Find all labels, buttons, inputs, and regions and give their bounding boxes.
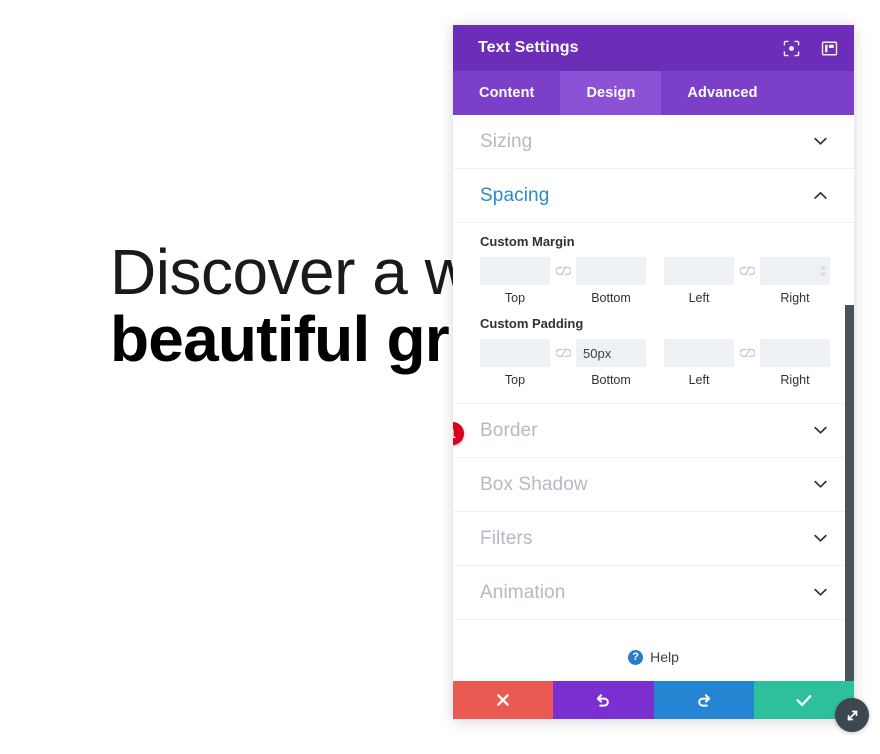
link-broken-icon[interactable] [550,257,576,285]
padding-top-input[interactable] [480,339,550,367]
padding-bottom-input[interactable] [576,339,646,367]
modal-scrollbar[interactable] [845,305,854,681]
resize-handle[interactable] [835,698,869,732]
section-spacing[interactable]: Spacing [453,169,854,223]
section-box-shadow[interactable]: Box Shadow [453,458,854,512]
padding-top-label: Top [504,373,526,387]
modal-action-bar [453,681,854,719]
modal-header-icons [782,39,838,57]
padding-left-label: Left [688,373,710,387]
section-box-shadow-label: Box Shadow [480,473,588,495]
margin-left-wrap: Left [664,257,734,305]
margin-bottom-label: Bottom [591,291,631,305]
section-border-label: Border [480,419,538,441]
close-x-icon [496,693,510,707]
chevron-down-icon [813,135,827,149]
chevron-down-icon [813,478,827,492]
checkmark-icon [796,694,812,707]
custom-padding-label: Custom Padding [480,316,584,331]
padding-right-input[interactable] [760,339,830,367]
padding-right-label: Right [780,373,810,387]
margin-bottom-input[interactable] [576,257,646,285]
section-filters-label: Filters [480,527,533,549]
margin-top-label: Top [504,291,526,305]
focus-target-icon[interactable] [782,39,800,57]
padding-bottom-label: Bottom [591,373,631,387]
padding-horizontal-group: Left Right [664,339,830,387]
margin-horizontal-group: Left Right [664,257,830,305]
layout-panel-icon[interactable] [820,39,838,57]
custom-margin-controls: Top Bottom Left Right [480,257,830,305]
question-mark-icon: ? [628,649,644,665]
padding-right-wrap: Right [760,339,830,387]
link-broken-icon[interactable] [734,257,760,285]
modal-body: Sizing Spacing Custom Margin Top Bottom … [453,115,854,681]
margin-right-label: Right [780,291,810,305]
help-label: Help [650,649,679,665]
section-spacing-label: Spacing [480,184,550,206]
margin-right-wrap: Right [760,257,830,305]
custom-margin-label: Custom Margin [480,234,575,249]
margin-left-label: Left [688,291,710,305]
section-filters[interactable]: Filters [453,512,854,566]
help-link[interactable]: ? Help [453,620,854,681]
text-settings-modal: Text Settings Content Design Advanced Si… [453,25,854,719]
section-animation[interactable]: Animation [453,566,854,620]
modal-tabs: Content Design Advanced [453,71,854,115]
modal-title: Text Settings [478,39,579,56]
margin-bottom-wrap: Bottom [576,257,646,305]
redo-button[interactable] [653,681,754,719]
tab-design[interactable]: Design [560,71,662,115]
padding-left-wrap: Left [664,339,734,387]
cancel-button[interactable] [453,681,554,719]
undo-icon [595,692,611,708]
margin-left-input[interactable] [664,257,734,285]
chevron-down-icon [813,586,827,600]
padding-bottom-wrap: Bottom [576,339,646,387]
screen-root: Discover a wo beautiful gr Text Settings [0,0,880,754]
chevron-down-icon [813,532,827,546]
link-broken-icon[interactable] [550,339,576,367]
tab-content[interactable]: Content [453,71,560,115]
tab-advanced[interactable]: Advanced [661,71,783,115]
margin-top-wrap: Top [480,257,550,305]
chevron-down-icon [813,424,827,438]
undo-button[interactable] [553,681,654,719]
margin-vertical-group: Top Bottom [480,257,646,305]
spacing-panel: Custom Margin Top Bottom Left Right Cust… [453,234,854,404]
link-broken-icon[interactable] [734,339,760,367]
section-border[interactable]: Border [453,404,854,458]
chevron-up-icon [813,189,827,203]
section-sizing[interactable]: Sizing [453,115,854,169]
resize-diagonal-icon [844,707,861,724]
section-animation-label: Animation [480,581,566,603]
redo-icon [696,692,712,708]
modal-header: Text Settings [453,25,854,71]
custom-padding-controls: Top Bottom [480,339,830,387]
padding-top-wrap: Top [480,339,550,387]
padding-left-input[interactable] [664,339,734,367]
margin-top-input[interactable] [480,257,550,285]
padding-vertical-group: Top Bottom [480,339,646,387]
section-sizing-label: Sizing [480,130,533,152]
margin-right-stepper[interactable] [820,265,826,277]
